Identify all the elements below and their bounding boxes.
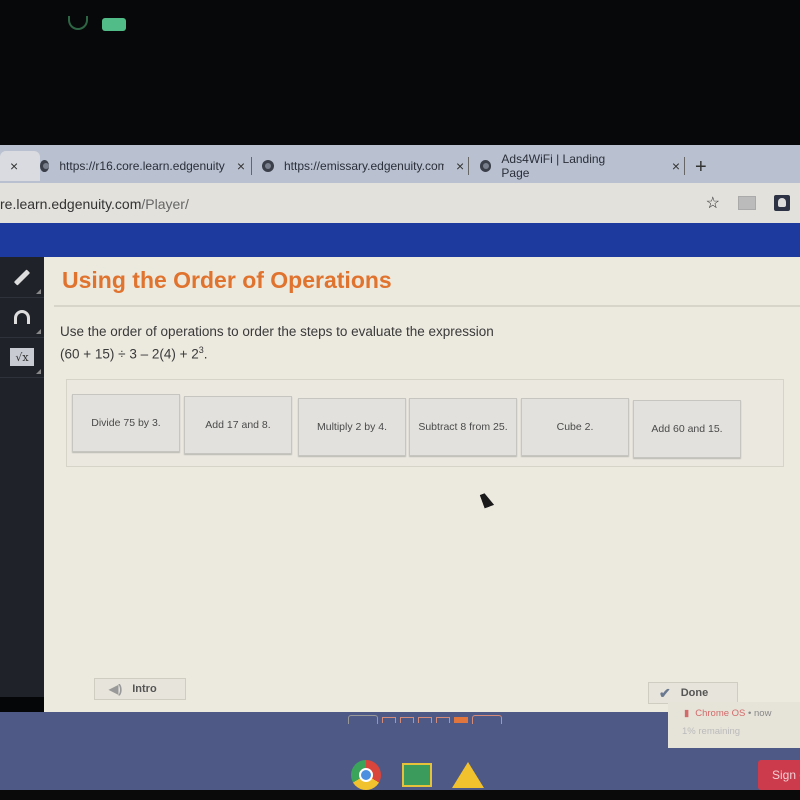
- page-indicator[interactable]: [436, 716, 450, 723]
- tool-sidebar: √x: [0, 257, 44, 697]
- screen-bottom-bezel: [0, 790, 800, 800]
- pencil-icon: [13, 268, 31, 286]
- tab-title: Ads4WiFi | Landing Page: [501, 152, 606, 180]
- close-icon[interactable]: ×: [237, 158, 245, 174]
- step-tile[interactable]: Subtract 8 from 25.: [409, 398, 517, 456]
- page-indicator[interactable]: [418, 716, 432, 723]
- power-indicator-light: [102, 18, 126, 31]
- done-button[interactable]: ✔ Done: [648, 682, 738, 704]
- lesson-title: Using the Order of Operations: [62, 267, 392, 293]
- calculator-button[interactable]: √x: [0, 337, 44, 378]
- reader-mode-icon[interactable]: [738, 196, 756, 210]
- title-divider: [54, 305, 800, 307]
- extension-icon[interactable]: [774, 195, 790, 211]
- battery-warning-icon: ▮: [684, 708, 690, 719]
- pencil-tool-button[interactable]: [0, 257, 44, 298]
- read-aloud-button[interactable]: [0, 297, 44, 338]
- headphones-icon: [14, 310, 30, 324]
- sign-out-button[interactable]: Sign out: [758, 760, 800, 790]
- next-page-button[interactable]: [472, 715, 502, 724]
- browser-tab-active[interactable]: ×: [0, 151, 40, 181]
- globe-icon: [40, 160, 50, 172]
- prev-page-button[interactable]: [348, 715, 378, 724]
- close-icon[interactable]: ×: [456, 158, 464, 174]
- notification-message: 1% remaining: [682, 726, 741, 737]
- expression: (60 + 15) ÷ 3 – 2(4) + 23.: [60, 345, 208, 362]
- classroom-app-icon[interactable]: [402, 763, 432, 787]
- browser-tab-strip: × https://r16.core.learn.edgenuity × htt…: [0, 145, 800, 183]
- globe-icon: [480, 160, 492, 172]
- close-icon[interactable]: ×: [672, 158, 680, 174]
- checkmark-icon: ✔: [659, 684, 671, 701]
- intro-label: Intro: [132, 683, 157, 695]
- tab-separator: [468, 157, 469, 175]
- speaker-icon: ◀): [109, 682, 123, 696]
- tab-title: https://emissary.edgenuity.com: [284, 159, 444, 173]
- step-tile[interactable]: Divide 75 by 3.: [72, 394, 180, 452]
- step-tile[interactable]: Multiply 2 by 4.: [298, 398, 406, 456]
- question-prompt: Use the order of operations to order the…: [60, 323, 494, 364]
- url-path: /Player/: [141, 196, 189, 212]
- ordering-drop-area[interactable]: Divide 75 by 3. Add 17 and 8. Multiply 2…: [66, 379, 784, 467]
- page-indicator[interactable]: [400, 716, 414, 723]
- wifi-indicator-icon: [68, 16, 88, 30]
- intro-button[interactable]: ◀) Intro: [94, 678, 186, 700]
- step-tile[interactable]: Add 60 and 15.: [633, 400, 741, 458]
- edgenuity-header-bar: [0, 223, 800, 257]
- screen-bezel: [0, 0, 800, 145]
- globe-icon: [262, 160, 274, 172]
- page-indicator[interactable]: [382, 716, 396, 723]
- drive-app-icon[interactable]: [452, 762, 484, 788]
- bookmark-star-icon[interactable]: ☆: [706, 193, 720, 213]
- done-label: Done: [680, 687, 709, 699]
- chrome-app-icon[interactable]: [351, 760, 381, 790]
- square-root-icon: √x: [10, 348, 34, 366]
- close-icon[interactable]: ×: [10, 158, 18, 174]
- page-indicator-current[interactable]: [454, 716, 468, 723]
- notification-source: Chrome OS: [695, 708, 746, 719]
- browser-tab-ads4wifi[interactable]: Ads4WiFi | Landing Page ×: [480, 151, 680, 181]
- notification-time: now: [754, 708, 772, 719]
- battery-notification[interactable]: ▮ Chrome OS • now 1% remaining: [668, 702, 800, 748]
- browser-tab-edgenuity-core[interactable]: https://r16.core.learn.edgenuity ×: [40, 151, 245, 181]
- step-tile[interactable]: Cube 2.: [521, 398, 629, 456]
- step-tile[interactable]: Add 17 and 8.: [184, 396, 292, 454]
- new-tab-button[interactable]: +: [695, 156, 707, 179]
- browser-tab-emissary[interactable]: https://emissary.edgenuity.com ×: [262, 151, 467, 181]
- tab-separator: [251, 157, 252, 175]
- address-bar[interactable]: re.learn.edgenuity.com/Player/: [0, 191, 660, 217]
- browser-toolbar: re.learn.edgenuity.com/Player/ ☆: [0, 183, 800, 223]
- prompt-text: Use the order of operations to order the…: [60, 324, 494, 339]
- page-navigation: [348, 715, 502, 724]
- lesson-panel: Using the Order of Operations Use the or…: [44, 257, 800, 712]
- tab-separator: [684, 157, 685, 175]
- tab-title: https://r16.core.learn.edgenuity: [59, 159, 225, 173]
- url-host: re.learn.edgenuity.com: [0, 196, 142, 212]
